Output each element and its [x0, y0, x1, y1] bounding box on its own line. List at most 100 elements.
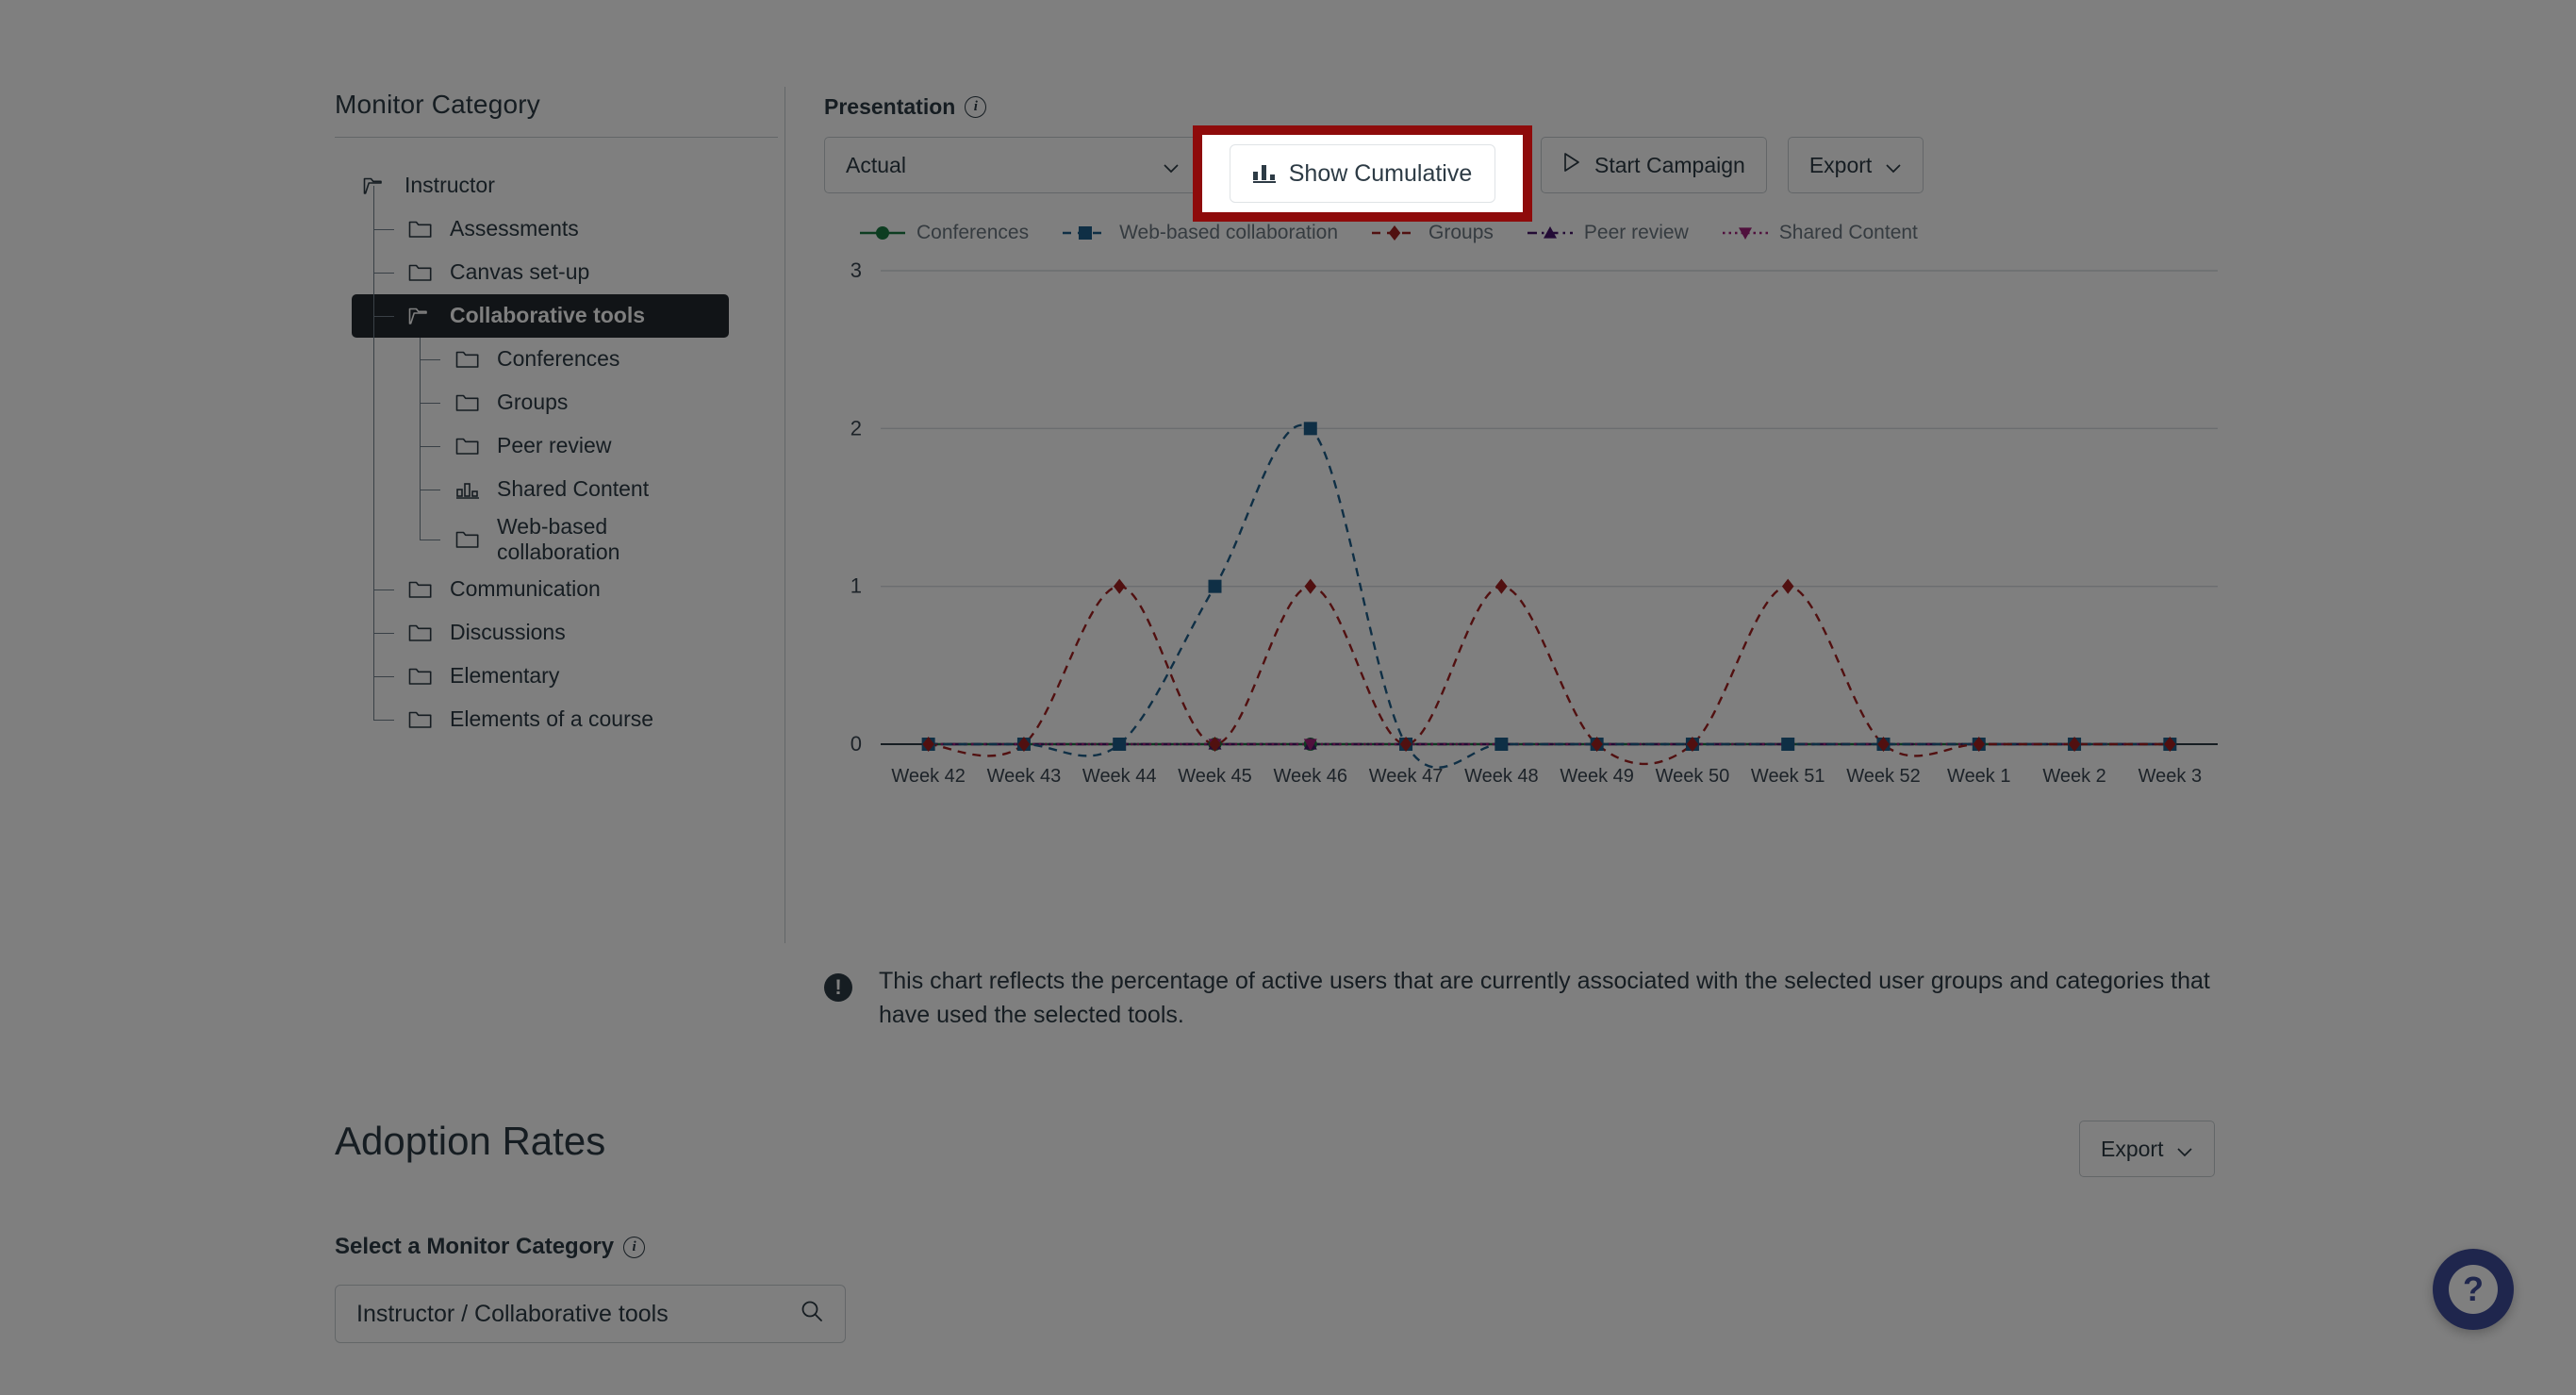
x-axis-tick-label: Week 50 [1656, 766, 1730, 787]
presentation-select-value: Actual [846, 152, 906, 177]
y-axis-tick-label: 2 [850, 416, 862, 440]
tree-item-label: Groups [497, 390, 569, 415]
legend-label: Peer review [1583, 222, 1689, 243]
help-button[interactable]: ? [2433, 1249, 2514, 1330]
y-axis-tick-label: 3 [850, 258, 862, 282]
tree-item-elementary[interactable]: Elementary [335, 655, 778, 698]
data-point[interactable] [1304, 578, 1317, 594]
folder-icon [455, 349, 480, 370]
tree-item-label: Elements of a course [450, 706, 654, 732]
folder-icon [408, 262, 433, 283]
data-point[interactable] [1781, 738, 1795, 751]
tree-item-communication[interactable]: Communication [335, 568, 778, 611]
tree-item-label: Discussions [450, 620, 566, 645]
x-axis-tick-label: Week 48 [1464, 766, 1539, 787]
legend-swatch-diamond [1372, 224, 1418, 241]
folder-icon [455, 392, 480, 413]
tree-connector [420, 446, 440, 447]
x-axis-tick-label: Week 52 [1846, 766, 1921, 787]
show-cumulative-button[interactable]: Show Cumulative [1229, 144, 1496, 203]
x-axis-tick-label: Week 51 [1751, 766, 1825, 787]
tree-item-label: Shared Content [497, 476, 650, 502]
data-point[interactable] [1209, 736, 1221, 753]
folder-icon [408, 666, 433, 687]
tree-item-elements-of-a-course[interactable]: Elements of a course [335, 698, 778, 741]
category-search-input[interactable]: Instructor / Collaborative tools [335, 1285, 846, 1343]
tree-item-assessments[interactable]: Assessments [335, 208, 778, 251]
legend-swatch-triangle-down [1722, 227, 1768, 240]
data-point[interactable] [1208, 579, 1222, 593]
legend-swatch-triangle-up [1527, 226, 1573, 239]
tree-item-peer-review[interactable]: Peer review [335, 424, 778, 468]
tree-connector [373, 273, 394, 274]
start-campaign-button[interactable]: Start Campaign [1541, 137, 1767, 193]
legend-item-peer-review[interactable]: Peer review [1526, 222, 1689, 244]
adoption-line-chart: Conferences Web-based collaboration Groups… [824, 214, 2238, 818]
legend-item-groups[interactable]: Groups [1370, 222, 1494, 244]
data-point[interactable] [1494, 738, 1509, 751]
legend-label: Web-based collaboration [1119, 222, 1339, 243]
tree-item-shared-content[interactable]: Shared Content [335, 468, 778, 511]
x-axis-tick-label: Week 49 [1560, 766, 1634, 787]
y-axis-tick-label: 0 [850, 732, 862, 756]
bar-chart-icon [455, 479, 480, 500]
folder-open-icon [408, 306, 433, 326]
chevron-down-icon [1885, 157, 1902, 174]
chart-export-button[interactable]: Export [1787, 137, 1924, 193]
tree-connector [373, 676, 394, 677]
tree-item-web-based-collaboration[interactable]: Web-based collaboration [335, 511, 778, 568]
tree-item-groups[interactable]: Groups [335, 381, 778, 424]
alert-icon: ! [824, 973, 852, 1002]
legend-swatch-circle [860, 226, 905, 240]
legend-item-conferences[interactable]: Conferences [858, 222, 1029, 244]
tree-item-canvas-set-up[interactable]: Canvas set-up [335, 251, 778, 294]
legend-label: Groups [1428, 222, 1494, 243]
tree-item-label: Web-based collaboration [497, 513, 620, 564]
legend-item-web-based-collaboration[interactable]: Web-based collaboration [1061, 222, 1338, 244]
play-icon [1562, 152, 1581, 178]
series-line-web-based-collaboration [928, 423, 2171, 769]
chevron-down-icon [1163, 157, 1180, 174]
panel-divider [784, 87, 785, 943]
x-axis-tick-label: Week 42 [891, 766, 966, 787]
folder-icon [455, 436, 480, 457]
presentation-select[interactable]: Actual [824, 137, 1201, 193]
tree-connector [420, 359, 440, 360]
tree-item-label: Elementary [450, 663, 560, 689]
screenshot-root: Monitor Category Instructor Assessments Ca… [0, 0, 2576, 1395]
presentation-label-row: Presentation i [824, 94, 2238, 120]
tree-connector [420, 403, 440, 404]
tree-item-label: Instructor [405, 173, 495, 198]
tree-item-label: Collaborative tools [450, 303, 646, 328]
monitor-category-panel: Monitor Category Instructor Assessments Ca… [335, 90, 778, 741]
adoption-rates-heading: Adoption Rates [335, 1119, 606, 1163]
adoption-export-button[interactable]: Export [2079, 1121, 2216, 1177]
data-point[interactable] [1113, 578, 1126, 594]
data-point[interactable] [1495, 578, 1508, 594]
legend-label: Shared Content [1778, 222, 1918, 243]
x-axis-tick-label: Week 2 [2042, 766, 2105, 787]
data-point[interactable] [1303, 422, 1317, 436]
chart-footnote-text: This chart reflects the percentage of ac… [879, 968, 2210, 1029]
tree-trunk-line [373, 186, 374, 720]
chart-export-label: Export [1808, 152, 1873, 177]
tree-item-label: Canvas set-up [450, 259, 590, 285]
category-search-value: Instructor / Collaborative tools [356, 1300, 669, 1327]
tree-item-label: Assessments [450, 216, 579, 241]
tree-item-collaborative-tools[interactable]: Collaborative tools [352, 294, 729, 338]
tree-item-label: Conferences [497, 346, 620, 372]
info-icon[interactable]: i [623, 1236, 646, 1258]
presentation-label: Presentation [824, 94, 956, 119]
bar-chart-icon [1252, 164, 1276, 183]
tree-item-instructor[interactable]: Instructor [335, 164, 778, 208]
data-point[interactable] [1113, 738, 1127, 751]
y-axis-tick-label: 1 [850, 574, 862, 598]
tree-item-conferences[interactable]: Conferences [335, 338, 778, 381]
x-axis-tick-label: Week 3 [2138, 766, 2202, 787]
info-icon[interactable]: i [965, 96, 987, 118]
legend-item-shared-content[interactable]: Shared Content [1721, 222, 1918, 244]
x-axis-tick-label: Week 1 [1947, 766, 2010, 787]
series-line-groups [928, 585, 2171, 766]
data-point[interactable] [1781, 578, 1794, 594]
tree-item-discussions[interactable]: Discussions [335, 611, 778, 655]
